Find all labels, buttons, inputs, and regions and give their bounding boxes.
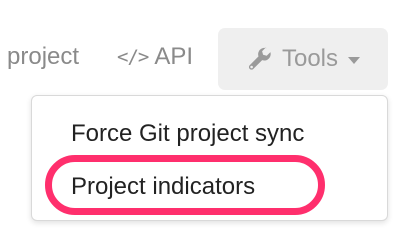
wrench-icon <box>246 45 274 73</box>
nav-link-project[interactable]: project <box>7 42 79 72</box>
tools-dropdown-menu: Force Git project sync Project indicator… <box>31 95 388 221</box>
code-icon: </> <box>117 46 149 68</box>
menu-item-label: Project indicators <box>71 173 256 200</box>
nav-project-label: project <box>7 43 80 70</box>
tools-label: Tools <box>281 45 339 72</box>
nav-api-label: API <box>154 43 194 70</box>
menu-item-project-indicators[interactable]: Project indicators <box>71 172 255 202</box>
menu-item-label: Force Git project sync <box>71 120 305 147</box>
menu-item-force-git-project-sync[interactable]: Force Git project sync <box>71 119 304 149</box>
nav-link-api[interactable]: </> API <box>117 42 193 72</box>
tools-dropdown-button[interactable]: Tools <box>218 28 388 90</box>
chevron-down-icon <box>348 57 361 64</box>
top-navigation: project </> API Tools <box>0 28 410 90</box>
